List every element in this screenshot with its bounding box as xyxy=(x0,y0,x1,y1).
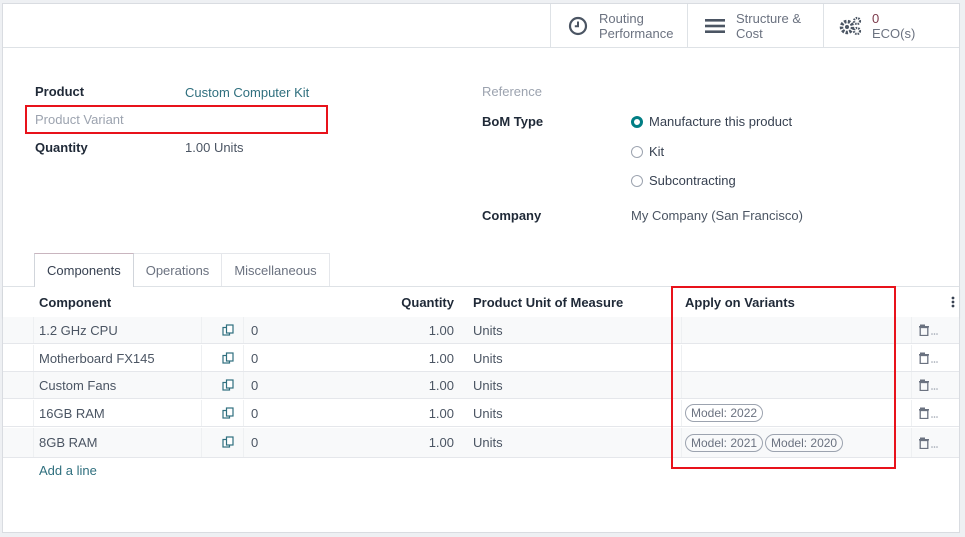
component-cell[interactable]: 8GB RAM xyxy=(39,428,98,457)
tab-miscellaneous[interactable]: Miscellaneous xyxy=(221,253,330,286)
column-divider xyxy=(243,428,244,457)
bom-type-option-label: Manufacture this product xyxy=(649,114,793,129)
bom-form-sheet: Routing Performance Structure & Cost 0 ECO(… xyxy=(2,3,960,533)
column-divider xyxy=(911,345,912,371)
header-quantity[interactable]: Quantity xyxy=(383,287,454,317)
column-divider xyxy=(201,317,202,343)
tab-operations[interactable]: Operations xyxy=(132,253,223,286)
attachment-count: 0 xyxy=(251,405,259,421)
quantity-unit: Units xyxy=(213,140,244,155)
column-divider xyxy=(33,345,34,371)
column-divider xyxy=(243,345,244,371)
product-field[interactable]: Custom Computer Kit xyxy=(185,85,309,100)
attachment-count: 0 xyxy=(251,435,259,450)
column-divider xyxy=(911,372,912,398)
component-cell[interactable]: Custom Fans xyxy=(39,372,116,398)
routing-performance-button[interactable]: Routing Performance xyxy=(550,4,687,48)
component-cell[interactable]: 16GB RAM xyxy=(39,400,105,426)
eco-count: 0 xyxy=(872,11,880,26)
quantity-cell[interactable]: 1.00 xyxy=(383,428,454,457)
copy-documents-icon[interactable] xyxy=(222,345,235,371)
reference-label: Reference xyxy=(482,84,542,99)
copy-documents-icon[interactable] xyxy=(222,428,235,457)
bom-type-radio-kit[interactable]: Kit xyxy=(631,144,664,159)
column-divider xyxy=(201,345,202,371)
copy-documents-icon[interactable] xyxy=(222,400,235,426)
uom-cell[interactable]: Units xyxy=(473,400,503,426)
uom-cell[interactable]: Units xyxy=(473,372,503,398)
cogs-icon xyxy=(838,16,864,36)
structure-label-1: Structure & xyxy=(736,11,802,26)
attachment-count: 0 xyxy=(251,350,259,366)
quantity-field[interactable]: 1.00 Units xyxy=(185,140,244,155)
tab-components[interactable]: Components xyxy=(34,253,134,287)
routing-label-2: Performance xyxy=(599,26,674,41)
delete-row-icon[interactable] xyxy=(919,372,939,398)
attachment-count: 0 xyxy=(251,322,259,338)
copy-documents-icon[interactable] xyxy=(222,317,235,343)
eco-label: ECO(s) xyxy=(872,26,916,41)
column-divider xyxy=(201,400,202,426)
bom-type-radio-subcontracting[interactable]: Subcontracting xyxy=(631,173,736,188)
column-divider xyxy=(911,317,912,343)
delete-row-icon[interactable] xyxy=(919,317,939,343)
clock-icon xyxy=(565,16,591,36)
uom-cell[interactable]: Units xyxy=(473,345,503,371)
column-divider xyxy=(243,317,244,343)
column-divider xyxy=(33,317,34,343)
column-divider xyxy=(201,428,202,457)
optional-columns-icon[interactable] xyxy=(951,287,955,317)
delete-row-icon[interactable] xyxy=(919,345,939,371)
bom-type-option-label: Kit xyxy=(649,144,665,159)
quantity-value: 1.00 xyxy=(185,140,211,155)
column-divider xyxy=(33,372,34,398)
radio-unselected-icon xyxy=(631,145,643,158)
delete-row-icon[interactable] xyxy=(919,400,939,426)
product-label: Product xyxy=(35,84,85,99)
quantity-cell[interactable]: 1.00 xyxy=(383,400,454,426)
structure-label-2: Cost xyxy=(736,26,763,41)
company-label: Company xyxy=(482,208,542,223)
column-divider xyxy=(243,400,244,426)
apply-on-variants-highlight xyxy=(671,286,896,469)
bom-type-option-label: Subcontracting xyxy=(649,173,736,188)
quantity-label: Quantity xyxy=(35,140,88,155)
column-divider xyxy=(243,372,244,398)
column-divider xyxy=(33,428,34,457)
company-field[interactable]: My Company (San Francisco) xyxy=(631,208,803,223)
reference-input[interactable] xyxy=(631,80,931,102)
radio-unselected-icon xyxy=(631,174,643,187)
add-a-line-link[interactable]: Add a line xyxy=(39,463,97,478)
notebook-tabs: Components Operations Miscellaneous xyxy=(34,253,330,287)
copy-documents-icon[interactable] xyxy=(222,372,235,398)
column-divider xyxy=(911,400,912,426)
quantity-cell[interactable]: 1.00 xyxy=(383,345,454,371)
uom-cell[interactable]: Units xyxy=(473,428,503,457)
column-divider xyxy=(201,372,202,398)
bom-type-radio-manufacture[interactable]: Manufacture this product xyxy=(631,114,792,129)
component-cell[interactable]: Motherboard FX145 xyxy=(39,345,155,371)
header-uom[interactable]: Product Unit of Measure xyxy=(473,287,623,317)
header-component[interactable]: Component xyxy=(39,287,111,317)
component-cell[interactable]: 1.2 GHz CPU xyxy=(39,317,118,343)
radio-selected-icon xyxy=(631,115,643,128)
bars-icon xyxy=(702,18,728,34)
product-variant-field[interactable]: Product Variant xyxy=(35,112,124,127)
column-divider xyxy=(911,428,912,457)
quantity-cell[interactable]: 1.00 xyxy=(383,317,454,343)
attachment-count: 0 xyxy=(251,377,259,393)
bom-type-label: BoM Type xyxy=(482,114,544,129)
eco-button[interactable]: 0 ECO(s) xyxy=(823,4,961,48)
quantity-cell[interactable]: 1.00 xyxy=(383,372,454,398)
delete-row-icon[interactable] xyxy=(919,428,939,457)
column-divider xyxy=(33,400,34,426)
uom-cell[interactable]: Units xyxy=(473,317,503,343)
button-box: Routing Performance Structure & Cost 0 ECO(… xyxy=(3,4,959,48)
structure-cost-button[interactable]: Structure & Cost xyxy=(687,4,823,48)
routing-label-1: Routing xyxy=(599,11,644,26)
